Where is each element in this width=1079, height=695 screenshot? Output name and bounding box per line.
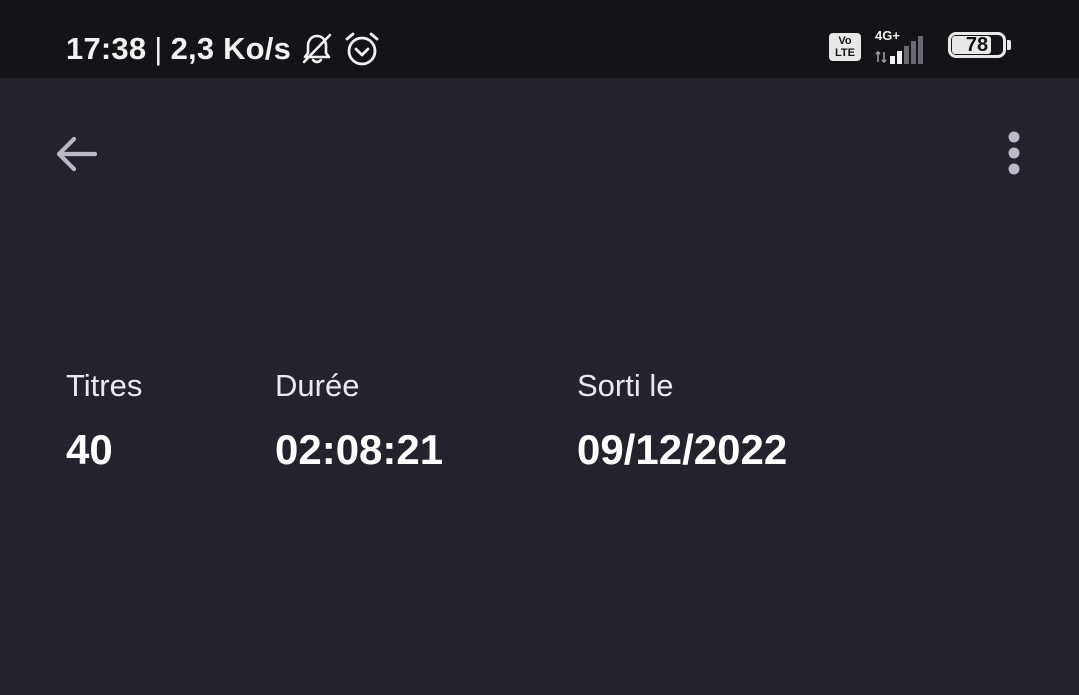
alarm-icon — [343, 30, 381, 68]
status-separator: | — [154, 31, 163, 66]
battery-level: 78 — [965, 34, 989, 56]
titles-label: Titres — [66, 368, 143, 403]
app-bar — [0, 78, 1079, 228]
volte-badge: Vo LTE — [829, 33, 861, 61]
notifications-off-icon — [299, 31, 335, 67]
status-bar: 17:38 | 2,3 Ko/s Vo LTE 4G+ 78 — [0, 0, 1079, 78]
stat-release-date: Sorti le 09/12/2022 — [577, 365, 787, 477]
duration-label: Durée — [275, 368, 360, 403]
signal-strength-icon — [874, 32, 934, 71]
battery-icon: 78 — [948, 32, 1012, 62]
volte-top: Vo — [838, 35, 852, 47]
stat-duration: Durée 02:08:21 — [275, 365, 443, 477]
release-date-label: Sorti le — [577, 368, 674, 403]
volte-bottom: LTE — [835, 47, 855, 59]
status-right: Vo LTE 4G+ 78 — [779, 28, 1079, 68]
network-speed: 2,3 Ko/s — [170, 31, 292, 66]
stat-titles: Titres 40 — [66, 365, 142, 477]
status-time: 17:38 — [66, 31, 147, 66]
album-stats: Titres 40 Durée 02:08:21 Sorti le 09/12/… — [0, 365, 1079, 485]
status-left: 17:38 | 2,3 Ko/s — [66, 27, 381, 71]
more-options-button[interactable] — [990, 128, 1038, 184]
arrow-left-icon — [53, 134, 99, 179]
back-button[interactable] — [46, 128, 106, 184]
album-details-screen: 17:38 | 2,3 Ko/s Vo LTE 4G+ 78 Titres 40… — [0, 0, 1079, 695]
titles-value: 40 — [66, 426, 113, 473]
release-date-value: 09/12/2022 — [577, 426, 788, 473]
duration-value: 02:08:21 — [275, 426, 444, 473]
more-vertical-icon — [1006, 130, 1022, 183]
